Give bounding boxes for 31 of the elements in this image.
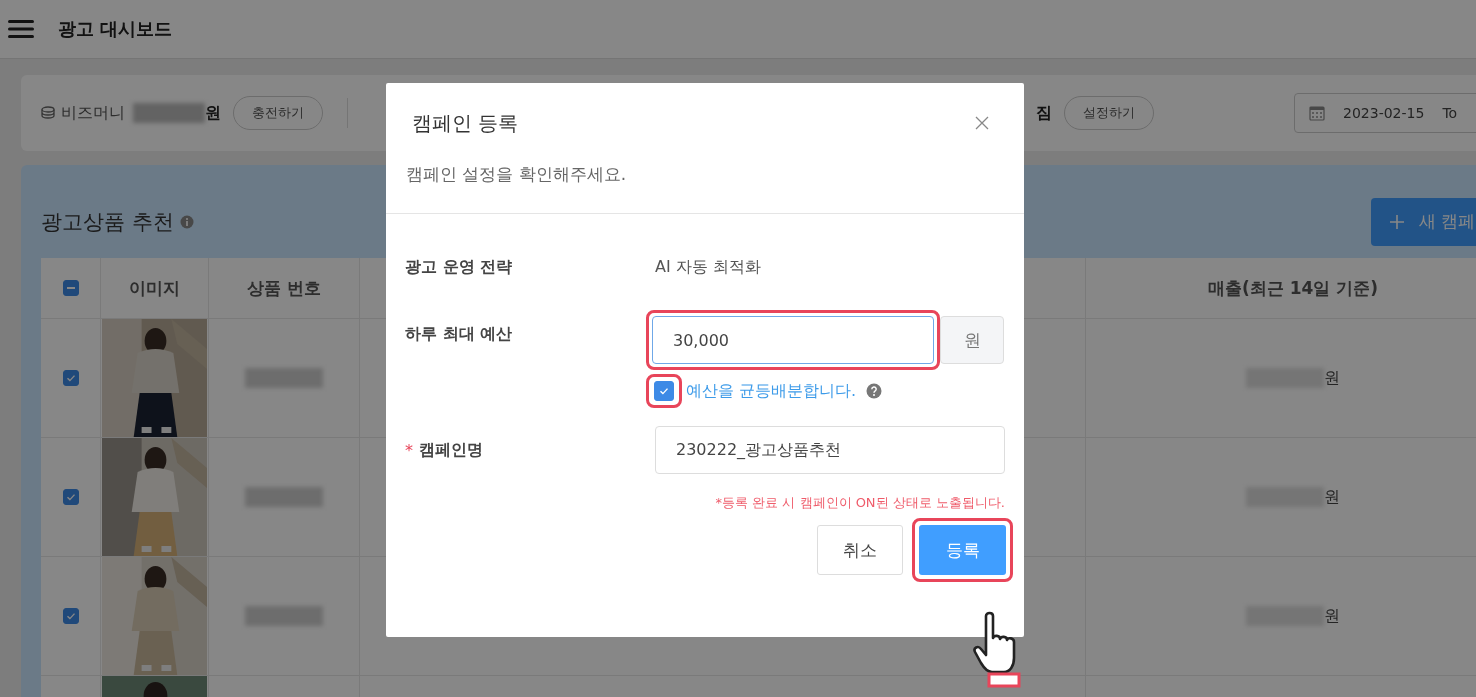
currency-unit: 원 bbox=[205, 102, 221, 124]
currency-unit: 원 bbox=[1324, 486, 1340, 508]
currency-unit: 원 bbox=[1324, 367, 1340, 389]
campaign-name-input[interactable]: 230222_광고상품추천 bbox=[655, 426, 1005, 474]
page-title: 광고 대시보드 bbox=[58, 17, 173, 41]
dialog-title: 캠페인 등록 bbox=[412, 109, 519, 137]
notice-text: *등록 완료 시 캠페인이 ON된 상태로 노출됩니다. bbox=[714, 494, 1005, 512]
date-range-field[interactable]: 2023-02-15 To bbox=[1294, 93, 1476, 133]
column-header: 매출(최근 14일 기준) bbox=[1207, 276, 1378, 300]
required-mark: * bbox=[405, 440, 413, 460]
panel-title: 광고상품 추천 bbox=[41, 208, 174, 236]
date-separator: To bbox=[1442, 105, 1458, 121]
dialog-subtitle: 캠페인 설정을 확인해주세요. bbox=[386, 163, 1024, 214]
column-header: 상품 번호 bbox=[247, 276, 321, 300]
charge-button[interactable]: 충전하기 bbox=[233, 96, 323, 130]
unit-addon: 원 bbox=[940, 316, 1004, 364]
field-label: 광고 운영 전략 bbox=[405, 256, 513, 278]
register-button[interactable]: 등록 bbox=[919, 525, 1006, 575]
field-label: 캠페인명 bbox=[419, 439, 483, 461]
currency-unit: 원 bbox=[1324, 605, 1340, 627]
bizmoney-label: 비즈머니 bbox=[61, 102, 125, 124]
field-label: 하루 최대 예산 bbox=[405, 323, 513, 345]
new-campaign-button[interactable]: 새 캠페 bbox=[1371, 197, 1476, 246]
start-date: 2023-02-15 bbox=[1343, 105, 1425, 121]
column-header: 이미지 bbox=[129, 276, 180, 300]
checkbox-label[interactable]: 예산을 균등배분합니다. bbox=[686, 380, 857, 402]
status-text: 짐 bbox=[1036, 102, 1052, 124]
budget-input[interactable]: 30,000 bbox=[652, 316, 934, 364]
field-value: AI 자동 최적화 bbox=[655, 256, 761, 276]
cancel-button[interactable]: 취소 bbox=[817, 525, 903, 575]
settings-button[interactable]: 설정하기 bbox=[1064, 96, 1154, 130]
